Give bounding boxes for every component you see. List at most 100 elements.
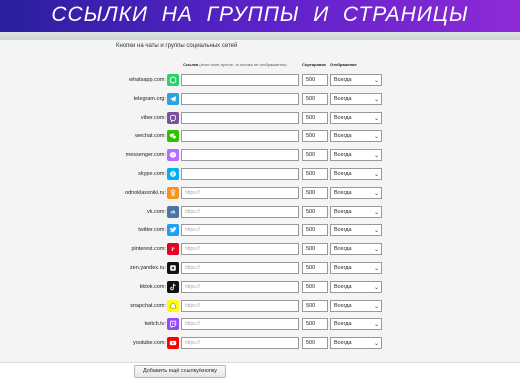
social-link-row: telegram.org: 500 Всегда ⌄ [0, 92, 520, 106]
display-select-value: Всегда [334, 77, 352, 83]
pinterest-icon: P [167, 243, 179, 256]
chevron-down-icon: ⌄ [373, 284, 379, 291]
sort-input[interactable]: 500 [302, 205, 328, 218]
yandex-zen-icon [167, 262, 179, 274]
link-input[interactable]: https:// [181, 205, 299, 218]
link-input-placeholder: https:// [185, 302, 201, 309]
link-input[interactable]: https:// [181, 299, 299, 312]
display-select-value: Всегда [334, 340, 352, 347]
sort-input[interactable]: 500 [302, 111, 328, 124]
link-input[interactable] [181, 168, 299, 180]
chevron-down-icon: ⌄ [373, 228, 379, 235]
display-select[interactable]: Всегда ⌄ [330, 337, 382, 350]
link-input[interactable]: https:// [181, 280, 299, 293]
link-input[interactable] [181, 111, 299, 124]
domain-label: viber.com: [140, 114, 166, 121]
domain-label: tiktok.com: [139, 283, 166, 290]
chevron-down-icon: ⌄ [373, 190, 379, 197]
sort-input[interactable]: 500 [302, 299, 328, 312]
title-banner: ССЫЛКИ НА ГРУППЫ И СТРАНИЦЫ [0, 0, 520, 32]
social-link-row: pinterest.com: Phttps:// 500 Всегда ⌄ [0, 242, 520, 256]
svg-text:P: P [171, 247, 175, 253]
display-select[interactable]: Всегда ⌄ [330, 186, 382, 199]
snapchat-icon [167, 299, 179, 312]
link-input[interactable]: https:// [181, 224, 299, 237]
sort-input[interactable]: 500 [302, 186, 328, 199]
display-select-value: Всегда [334, 95, 352, 102]
display-select[interactable]: Всегда ⌄ [330, 74, 382, 86]
link-input[interactable] [181, 92, 299, 105]
link-input[interactable]: https:// [181, 243, 299, 256]
sort-input[interactable]: 500 [302, 318, 328, 331]
link-input-placeholder: https:// [185, 189, 201, 196]
sort-input[interactable]: 500 [302, 130, 328, 143]
display-select[interactable]: Всегда ⌄ [330, 262, 382, 274]
chevron-down-icon: ⌄ [373, 209, 379, 216]
social-link-row: wechat.com: 500 Всегда ⌄ [0, 129, 520, 143]
display-select[interactable]: Всегда ⌄ [330, 280, 382, 293]
sort-input[interactable]: 500 [302, 243, 328, 256]
display-select[interactable]: Всегда ⌄ [330, 111, 382, 124]
link-input-placeholder: https:// [185, 283, 201, 290]
domain-label: telegram.org: [133, 95, 166, 102]
sort-input[interactable]: 500 [302, 337, 328, 350]
chevron-down-icon: ⌄ [373, 96, 379, 103]
display-select[interactable]: Всегда ⌄ [330, 205, 382, 218]
whatsapp-icon [167, 74, 179, 86]
display-select-value: Всегда [334, 265, 352, 271]
domain-label: youtube.com: [132, 340, 166, 347]
display-select[interactable]: Всегда ⌄ [330, 299, 382, 312]
display-select[interactable]: Всегда ⌄ [330, 243, 382, 256]
banner-divider [0, 32, 520, 40]
domain-label: vk.com: [147, 208, 166, 215]
chevron-down-icon: ⌄ [373, 266, 379, 272]
link-input[interactable] [181, 149, 299, 162]
telegram-icon [167, 92, 179, 105]
svg-text:S: S [172, 172, 175, 177]
sort-input[interactable]: 500 [302, 74, 328, 86]
chevron-down-icon: ⌄ [373, 322, 379, 329]
sort-input[interactable]: 500 [302, 92, 328, 105]
link-input-placeholder: https:// [185, 340, 201, 347]
chevron-down-icon: ⌄ [373, 115, 379, 122]
display-select-value: Всегда [334, 152, 352, 159]
link-input[interactable] [181, 74, 299, 86]
social-link-row: youtube.com: https:// 500 Всегда ⌄ [0, 336, 520, 350]
display-select[interactable]: Всегда ⌄ [330, 168, 382, 180]
vk-icon: vk [167, 205, 179, 218]
chevron-down-icon: ⌄ [373, 341, 379, 348]
chevron-down-icon: ⌄ [373, 247, 379, 254]
display-select-value: Всегда [334, 133, 352, 140]
messenger-icon [167, 149, 179, 162]
display-select[interactable]: Всегда ⌄ [330, 224, 382, 237]
display-select-value: Всегда [334, 208, 352, 215]
link-input[interactable]: https:// [181, 186, 299, 199]
sort-input[interactable]: 500 [302, 149, 328, 162]
odnoklassniki-icon [167, 186, 179, 199]
wechat-icon [167, 130, 179, 143]
social-link-row: skype.com: S 500 Всегда ⌄ [0, 167, 520, 181]
link-input[interactable]: https:// [181, 318, 299, 331]
sort-input[interactable]: 500 [302, 280, 328, 293]
display-select-value: Всегда [334, 227, 352, 234]
settings-panel [0, 40, 520, 362]
display-select[interactable]: Всегда ⌄ [330, 318, 382, 331]
twitter-icon [167, 224, 179, 237]
link-input[interactable] [181, 130, 299, 143]
display-select[interactable]: Всегда ⌄ [330, 149, 382, 162]
link-input[interactable]: https:// [181, 262, 299, 274]
display-select-value: Всегда [334, 189, 352, 196]
viber-icon [167, 111, 179, 124]
sort-input[interactable]: 500 [302, 224, 328, 237]
domain-label: messenger.com: [125, 152, 166, 159]
sort-input[interactable]: 500 [302, 262, 328, 274]
skype-icon: S [167, 168, 179, 180]
domain-label: zen.yandex.ru: [129, 265, 166, 271]
sort-input[interactable]: 500 [302, 168, 328, 180]
link-input-placeholder: https:// [185, 265, 201, 271]
tiktok-icon [167, 280, 179, 293]
link-input[interactable]: https:// [181, 337, 299, 350]
display-select[interactable]: Всегда ⌄ [330, 130, 382, 143]
display-select[interactable]: Всегда ⌄ [330, 92, 382, 105]
add-link-button[interactable]: Добавить ещё ссылку/кнопку [134, 365, 226, 378]
